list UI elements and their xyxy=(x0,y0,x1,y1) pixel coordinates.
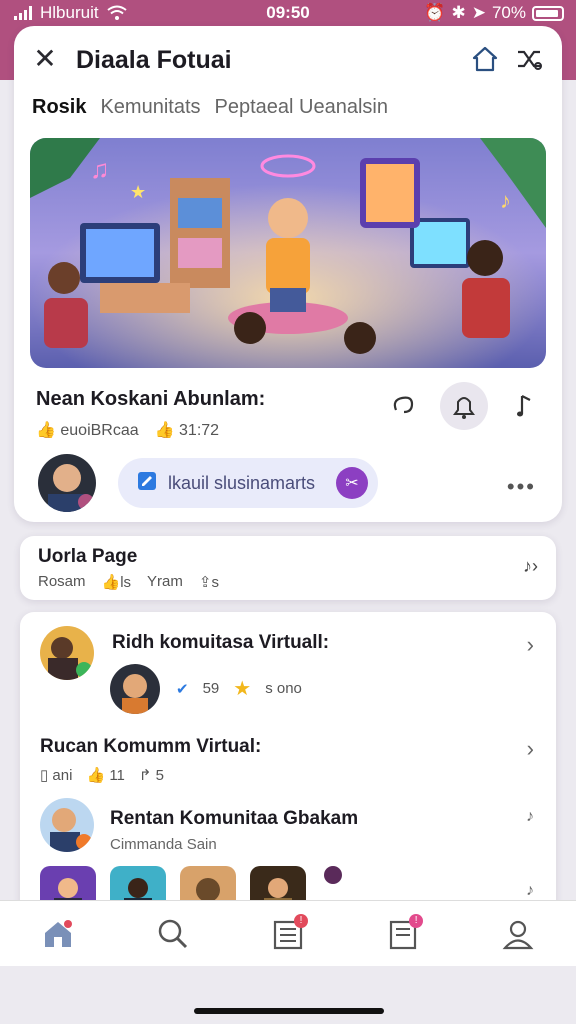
meta-rosam: Rosam xyxy=(38,573,86,590)
nav-home-icon[interactable] xyxy=(28,904,88,964)
share-icon: ⇪ xyxy=(198,574,212,591)
row1-chevron-icon[interactable]: › xyxy=(527,632,534,658)
svg-text:★: ★ xyxy=(130,182,146,202)
svg-text:♪: ♪ xyxy=(500,188,511,213)
close-icon[interactable]: ✕ xyxy=(32,45,58,73)
svg-text:♫: ♫ xyxy=(90,154,110,184)
battery-percent: 70% xyxy=(491,3,526,22)
meta-share: ⇪s xyxy=(199,573,219,591)
bottom-nav: ! ! xyxy=(0,900,576,966)
row3-music-icon[interactable]: ♪ xyxy=(526,808,534,826)
share-icon: ↱ xyxy=(138,767,156,784)
music-note-icon[interactable] xyxy=(504,386,544,426)
nav-search-icon[interactable] xyxy=(143,904,203,964)
doc-icon: ▯ xyxy=(40,767,53,784)
like-icon: 👍 xyxy=(86,767,110,784)
stat-a: 👍 euoiBRcaa xyxy=(36,420,139,440)
row3-subtitle: Cimmanda Sain xyxy=(110,836,217,853)
home-indicator xyxy=(194,1008,384,1014)
alarm-icon: ⏰ xyxy=(424,3,446,22)
link-icon[interactable] xyxy=(384,386,424,426)
thumb-icon: 👍 xyxy=(154,422,180,439)
star-icon: ★ xyxy=(233,678,252,700)
edit-icon xyxy=(136,470,158,497)
location-icon: ➤ xyxy=(471,3,486,22)
page-card-title: Uorla Page xyxy=(38,546,138,567)
row2-meta-b-value: 11 xyxy=(109,767,125,784)
user-avatar[interactable] xyxy=(38,454,96,512)
post-title: Nean Koskani Abunlam: xyxy=(36,388,266,410)
stat-a-value: euoiBRcaa xyxy=(60,422,139,439)
page-title: Diaala Fotuai xyxy=(76,46,232,74)
battery-icon xyxy=(532,5,564,21)
row2-meta-a: ▯ ani xyxy=(40,766,72,784)
post-stats: 👍 euoiBRcaa 👍 31:72 xyxy=(36,420,219,440)
tab-kemunitats[interactable]: Kemunitats xyxy=(100,96,200,119)
row1-sub-avatar[interactable] xyxy=(110,664,160,714)
stat-b: 👍 31:72 xyxy=(155,420,219,440)
row2-meta-c: ↱ 5 xyxy=(139,766,164,784)
meta-yram: Yram xyxy=(147,573,183,590)
community-pill[interactable]: lkauil slusinamarts ✂ xyxy=(118,458,378,508)
row2-meta: ▯ ani 👍 11 ↱ 5 xyxy=(40,766,164,784)
row1-meta-b: s ono xyxy=(265,680,302,697)
page-card[interactable]: Uorla Page Rosam 👍ls Yram ⇪s ♪› xyxy=(20,536,556,600)
row3-title[interactable]: Rentan Komunitaa Gbakam xyxy=(110,808,358,830)
meta-like-value: ls xyxy=(120,574,132,591)
home-outline-icon[interactable] xyxy=(470,44,500,74)
tab-rosik[interactable]: Rosik xyxy=(32,96,86,119)
more-icon[interactable]: ••• xyxy=(507,474,536,500)
page-card-meta: Rosam 👍ls Yram ⇪s xyxy=(38,573,219,591)
meta-like: 👍ls xyxy=(102,573,132,591)
nav-library-icon[interactable]: ! xyxy=(373,904,433,964)
post-actions xyxy=(384,382,544,430)
like-icon: 👍 xyxy=(101,574,121,591)
row1-avatar[interactable] xyxy=(40,626,94,680)
like-icon: 👍 xyxy=(36,422,61,439)
meta-share-value: s xyxy=(211,574,219,591)
row2-meta-c-value: 5 xyxy=(155,767,164,784)
main-post-card: ✕ Diaala Fotuai Rosik Kemunitats Peptaea… xyxy=(14,26,562,522)
row2-meta-b: 👍 11 xyxy=(86,766,124,784)
row2-chevron-icon[interactable]: › xyxy=(527,736,534,762)
row3-avatar[interactable] xyxy=(40,798,94,852)
library-badge: ! xyxy=(409,913,424,928)
header: ✕ Diaala Fotuai xyxy=(14,26,562,96)
bell-icon[interactable] xyxy=(440,382,488,430)
row1-meta-a: 59 xyxy=(202,680,220,697)
tab-peptaeal[interactable]: Peptaeal Ueanalsin xyxy=(215,96,388,119)
status-right: ⏰ ✱ ➤ 70% xyxy=(424,3,564,23)
shuffle-icon[interactable] xyxy=(514,44,544,74)
hero-illustration[interactable]: ♫ ♪ ★ xyxy=(30,138,546,368)
tools-icon[interactable]: ✂ xyxy=(336,467,368,499)
community-list-card: Ridh komuitasa Virtuall: › ✔ 59 ★ s ono … xyxy=(20,612,556,942)
tab-bar: Rosik Kemunitats Peptaeal Ueanalsin xyxy=(32,96,388,119)
nav-feed-icon[interactable]: ! xyxy=(258,904,318,964)
mini-avatar[interactable] xyxy=(324,866,342,884)
row1-title[interactable]: Ridh komuitasa Virtuall: xyxy=(112,632,329,654)
row2-meta-a-value: ani xyxy=(52,767,73,784)
feed-badge: ! xyxy=(293,913,308,928)
stat-b-value: 31:72 xyxy=(179,422,220,439)
nav-profile-icon[interactable] xyxy=(488,904,548,964)
music-arrow-icon[interactable]: ♪› xyxy=(523,556,538,577)
row2-title[interactable]: Rucan Komumm Virtual: xyxy=(40,736,261,758)
bluetooth-icon: ✱ xyxy=(451,3,466,22)
verified-icon: ✔ xyxy=(176,680,189,698)
row4-music-icon[interactable]: ♪ xyxy=(526,882,534,900)
pill-label: lkauil slusinamarts xyxy=(168,472,316,493)
row1-meta: ✔ 59 ★ s ono xyxy=(176,676,302,701)
